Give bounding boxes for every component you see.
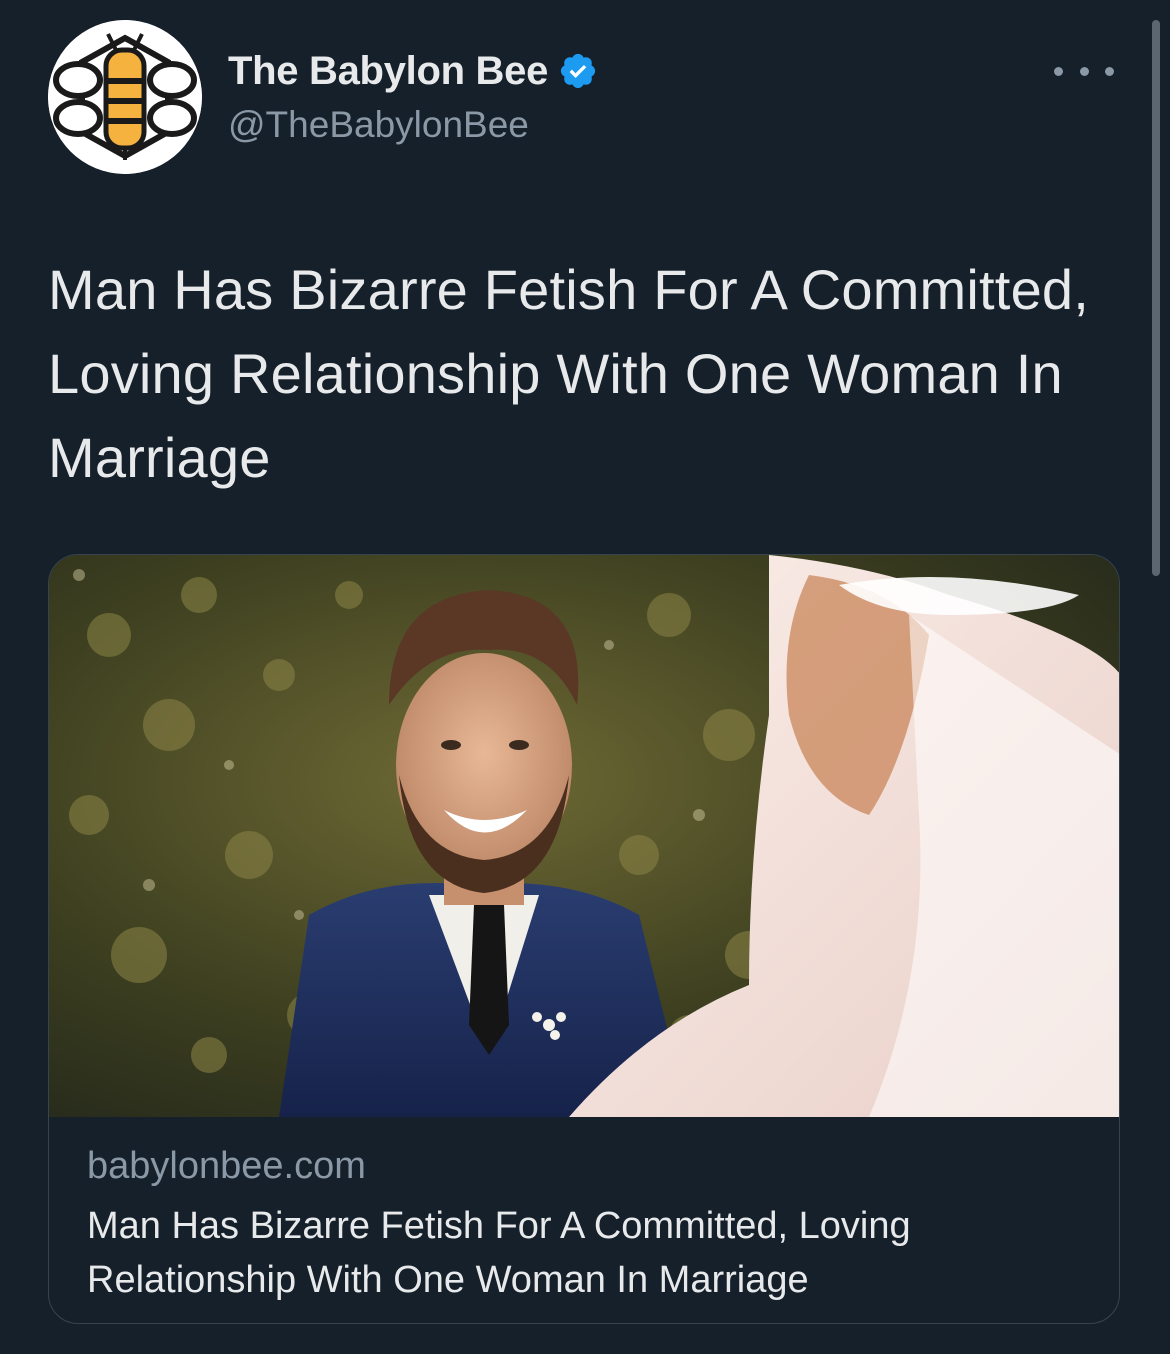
wedding-photo — [49, 555, 1119, 1117]
ellipsis-icon — [1105, 66, 1114, 76]
ellipsis-icon — [1054, 66, 1063, 76]
card-domain[interactable]: babylonbee.com — [87, 1145, 366, 1188]
more-options-button[interactable] — [1054, 56, 1114, 86]
handle[interactable]: @TheBabylonBee — [228, 104, 529, 146]
tweet-text: Man Has Bizarre Fetish For A Committed, … — [48, 258, 1090, 489]
bee-logo-icon — [48, 20, 202, 174]
card-image[interactable] — [49, 555, 1119, 1117]
ellipsis-icon — [1079, 66, 1089, 76]
avatar[interactable] — [48, 20, 202, 174]
author-name-row[interactable]: The Babylon Bee — [228, 46, 598, 96]
verified-badge-icon — [560, 53, 596, 89]
tweet-page: The Babylon Bee @TheBabylonBee Man Has B… — [0, 0, 1170, 1354]
link-card[interactable]: babylonbee.com Man Has Bizarre Fetish Fo… — [48, 554, 1120, 1324]
card-title[interactable]: Man Has Bizarre Fetish For A Committed, … — [87, 1199, 1097, 1307]
scrollbar[interactable] — [1152, 20, 1160, 576]
display-name[interactable]: The Babylon Bee — [228, 49, 548, 94]
